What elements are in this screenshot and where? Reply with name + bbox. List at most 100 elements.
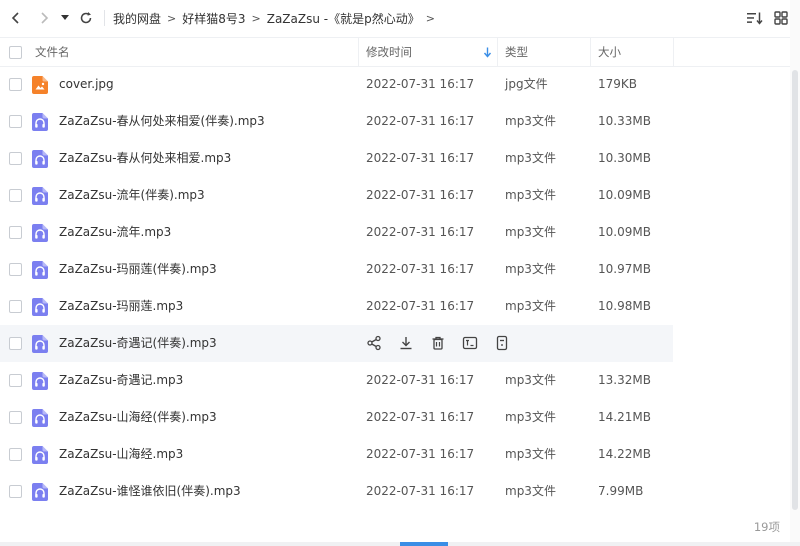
file-type: mp3文件 [505,151,556,165]
table-row[interactable]: ZaZaZsu-奇遇记.mp3 2022-07-31 16:17 mp3文件 13.3… [0,362,790,399]
status-bar: 19项 [0,511,800,541]
toolbar-divider [104,10,105,26]
file-name[interactable]: ZaZaZsu-玛丽莲(伴奏).mp3 [59,251,217,288]
item-count: 19项 [753,520,780,534]
file-name[interactable]: ZaZaZsu-流年.mp3 [59,214,171,251]
table-row[interactable]: ZaZaZsu-山海经(伴奏).mp3 2022-07-31 16:17 mp3文件… [0,399,790,436]
file-type: mp3文件 [505,262,556,276]
row-checkbox[interactable] [9,485,22,498]
row-checkbox[interactable] [9,448,22,461]
history-dropdown-button[interactable] [58,8,72,28]
file-name[interactable]: ZaZaZsu-流年(伴奏).mp3 [59,177,205,214]
column-divider [590,38,591,66]
file-modified-date: 2022-07-31 16:17 [366,373,475,387]
row-checkbox[interactable] [9,337,22,350]
more-icon[interactable] [494,335,510,351]
file-size: 14.21MB [598,410,651,424]
refresh-button[interactable] [76,8,96,28]
refresh-icon [80,12,92,24]
column-divider [673,38,674,66]
row-checkbox[interactable] [9,226,22,239]
file-modified-date: 2022-07-31 16:17 [366,114,475,128]
file-size: 13.32MB [598,373,651,387]
file-size: 10.09MB [598,188,651,202]
scrollbar-thumb[interactable] [792,70,798,510]
row-checkbox[interactable] [9,263,22,276]
download-icon[interactable] [398,335,414,351]
file-type: mp3文件 [505,114,556,128]
breadcrumb-item-current[interactable]: ZaZaZsu -《就是p然心动》 [267,10,420,27]
table-row[interactable]: ZaZaZsu-春从何处来相爱.mp3 2022-07-31 16:17 mp3文件… [0,140,790,177]
audio-file-icon [32,150,48,168]
file-type: mp3文件 [505,484,556,498]
row-checkbox[interactable] [9,300,22,313]
column-header-name[interactable]: 文件名 [35,38,70,66]
rename-icon[interactable] [462,335,478,351]
forward-button[interactable] [34,8,54,28]
chevron-right-icon [41,12,49,24]
file-name[interactable]: cover.jpg [59,66,114,103]
audio-file-icon [32,261,48,279]
file-type: jpg文件 [505,77,548,91]
file-type: mp3文件 [505,188,556,202]
chevron-left-icon [11,12,19,24]
file-modified-date: 2022-07-31 16:17 [366,77,475,91]
file-size: 7.99MB [598,484,644,498]
breadcrumb-item-root[interactable]: 我的网盘 [113,10,161,27]
file-name[interactable]: ZaZaZsu-玛丽莲.mp3 [59,288,183,325]
grid-view-icon [774,11,788,25]
column-header-size[interactable]: 大小 [598,38,621,66]
table-row[interactable]: ZaZaZsu-流年(伴奏).mp3 2022-07-31 16:17 mp3文件 1… [0,177,790,214]
row-checkbox[interactable] [9,152,22,165]
file-name[interactable]: ZaZaZsu-春从何处来相爱.mp3 [59,140,231,177]
file-type: mp3文件 [505,410,556,424]
table-row[interactable]: ZaZaZsu-谁怪谁依旧(伴奏).mp3 2022-07-31 16:17 mp3… [0,473,790,510]
back-button[interactable] [6,8,26,28]
grid-view-button[interactable] [770,8,792,28]
row-checkbox[interactable] [9,411,22,424]
file-modified-date: 2022-07-31 16:17 [366,410,475,424]
trash-icon[interactable] [430,335,446,351]
sort-descending-icon [483,47,492,58]
audio-file-icon [32,446,48,464]
table-row[interactable]: ZaZaZsu-玛丽莲.mp3 2022-07-31 16:17 mp3文件 10.9… [0,288,790,325]
column-header-type[interactable]: 类型 [505,38,528,66]
sort-button[interactable] [744,8,766,28]
breadcrumb-separator-icon: > [425,11,435,25]
file-modified-date: 2022-07-31 16:17 [366,188,475,202]
file-name[interactable]: ZaZaZsu-谁怪谁依旧(伴奏).mp3 [59,473,241,510]
file-name[interactable]: ZaZaZsu-山海经.mp3 [59,436,183,473]
vertical-scrollbar[interactable] [790,0,800,546]
file-name[interactable]: ZaZaZsu-春从何处来相爱(伴奏).mp3 [59,103,265,140]
audio-file-icon [32,298,48,316]
column-divider [358,38,359,66]
audio-file-icon [32,335,48,353]
audio-file-icon [32,187,48,205]
row-checkbox[interactable] [9,78,22,91]
row-checkbox[interactable] [9,189,22,202]
column-header-modified[interactable]: 修改时间 [366,38,412,66]
audio-file-icon [32,113,48,131]
toolbar: 我的网盘 > 好样猫8号3 > ZaZaZsu -《就是p然心动》 > [0,0,800,36]
audio-file-icon [32,372,48,390]
select-all-checkbox[interactable] [9,46,22,59]
file-modified-date: 2022-07-31 16:17 [366,447,475,461]
breadcrumb-separator-icon: > [251,11,261,25]
table-row[interactable]: cover.jpg 2022-07-31 16:17 jpg文件 179KB [0,66,790,103]
file-name[interactable]: ZaZaZsu-山海经(伴奏).mp3 [59,399,217,436]
table-row[interactable]: ZaZaZsu-玛丽莲(伴奏).mp3 2022-07-31 16:17 mp3文件… [0,251,790,288]
table-row[interactable]: ZaZaZsu-流年.mp3 2022-07-31 16:17 mp3文件 10.09… [0,214,790,251]
file-size: 179KB [598,77,638,91]
row-checkbox[interactable] [9,115,22,128]
share-icon[interactable] [366,335,382,351]
table-row[interactable]: ZaZaZsu-春从何处来相爱(伴奏).mp3 2022-07-31 16:17 m… [0,103,790,140]
breadcrumb-item-folder[interactable]: 好样猫8号3 [182,10,245,27]
row-checkbox[interactable] [9,374,22,387]
image-file-icon [32,76,48,94]
table-row[interactable]: ZaZaZsu-奇遇记(伴奏).mp3 [0,325,790,362]
file-name[interactable]: ZaZaZsu-奇遇记.mp3 [59,362,183,399]
file-name[interactable]: ZaZaZsu-奇遇记(伴奏).mp3 [59,325,217,362]
sort-list-icon [747,12,763,25]
file-size: 10.30MB [598,151,651,165]
table-row[interactable]: ZaZaZsu-山海经.mp3 2022-07-31 16:17 mp3文件 14.2… [0,436,790,473]
